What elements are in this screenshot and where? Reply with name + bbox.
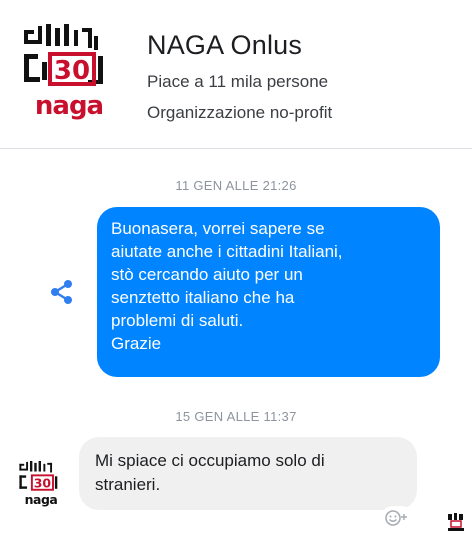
message-line: stò cercando aiuto per un [111,265,303,284]
message-line: Mi spiace ci occupiamo solo di [95,451,325,470]
share-icon[interactable] [48,278,76,306]
page-likes-count: Piace a 11 mila persone [147,72,329,91]
incoming-message-bubble[interactable]: Mi spiace ci occupiamo solo di stranieri… [79,437,417,510]
page-header: 30 naga NAGA Onlus Piace a 11 mila perso… [0,0,472,148]
page-name[interactable]: NAGA Onlus [147,30,302,61]
message-timestamp: 11 GEN ALLE 21:26 [175,178,297,193]
add-reaction-icon[interactable] [381,506,413,530]
message-line: stranieri. [95,475,161,494]
svg-text:naga: naga [25,492,58,507]
message-timestamp: 15 GEN ALLE 11:37 [175,409,297,424]
message-line: problemi di saluti. [111,311,244,330]
seen-avatar-icon [448,513,464,531]
outgoing-message-bubble[interactable]: Buonasera, vorrei sapere se aiutate anch… [97,207,440,377]
page-category: Organizzazione no-profit [147,103,333,122]
header-divider [0,148,472,149]
naga-logo-icon[interactable]: 30 naga [22,22,116,122]
message-line: aiutate anche i cittadini Italiani, [111,242,343,261]
message-line: senztetto italiano che ha [111,288,295,307]
message-line: Buonasera, vorrei sapere se [111,219,325,238]
message-line: Grazie [111,334,162,353]
sender-avatar[interactable]: 30 naga [18,460,64,508]
svg-text:30: 30 [54,56,90,86]
svg-text:30: 30 [34,475,52,490]
svg-text:naga: naga [35,91,103,121]
